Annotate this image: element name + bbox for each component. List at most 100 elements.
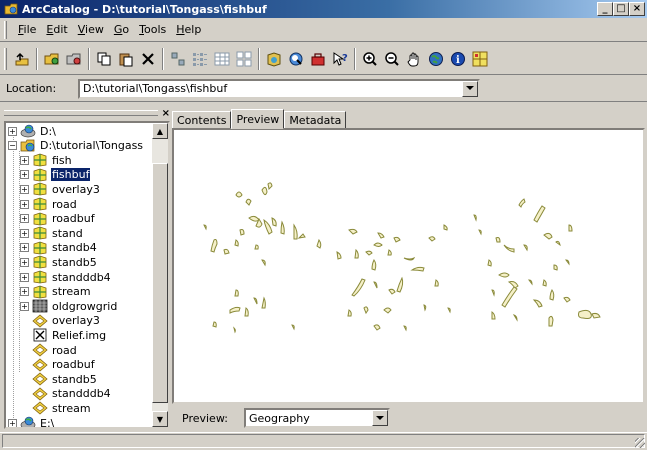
toolbar-grip[interactable] bbox=[4, 47, 7, 70]
tab-preview[interactable]: Preview bbox=[231, 109, 285, 129]
paste-icon[interactable] bbox=[115, 48, 137, 70]
catalog-tree[interactable]: ▲ ▼ + D:\ − D:\tutorial\Tongass + fish + fishbu… bbox=[4, 121, 170, 429]
tree-item[interactable]: + standddb4 bbox=[20, 270, 112, 284]
toolbar-separator bbox=[258, 47, 260, 70]
tree-item[interactable]: − D:\tutorial\Tongass bbox=[8, 139, 144, 153]
buffer-polygon bbox=[212, 321, 217, 328]
tree-item[interactable]: road bbox=[20, 343, 78, 357]
scroll-thumb[interactable] bbox=[152, 163, 168, 403]
tree-item[interactable]: + oldgrowgrid bbox=[20, 299, 118, 313]
menu-help[interactable]: Help bbox=[171, 23, 206, 36]
buffer-polygon bbox=[261, 186, 268, 196]
tree-item[interactable]: + E:\ bbox=[8, 416, 55, 427]
tree-item[interactable]: stream bbox=[20, 401, 92, 415]
buffer-polygon bbox=[261, 259, 266, 267]
location-dropdown-button[interactable] bbox=[462, 80, 478, 97]
preview-mode-combobox[interactable]: Geography bbox=[244, 408, 390, 428]
expand-icon[interactable]: + bbox=[20, 199, 29, 209]
expand-icon[interactable]: + bbox=[20, 184, 29, 194]
buffer-polygon bbox=[377, 232, 385, 239]
tree-item-label: standddb4 bbox=[52, 387, 111, 401]
tree-item[interactable]: + stand bbox=[20, 226, 84, 240]
zoom-out-icon[interactable] bbox=[381, 48, 403, 70]
tree-item[interactable]: + standb4 bbox=[20, 241, 98, 255]
expand-icon[interactable]: + bbox=[8, 126, 17, 136]
tree-item[interactable]: + roadbuf bbox=[20, 212, 96, 226]
menu-grip[interactable] bbox=[4, 20, 7, 39]
minimize-button[interactable]: _ bbox=[597, 2, 613, 16]
list-icon[interactable] bbox=[189, 48, 211, 70]
buffer-polygon bbox=[498, 272, 510, 278]
identify-icon[interactable]: i bbox=[447, 48, 469, 70]
thumbnails-icon[interactable] bbox=[233, 48, 255, 70]
search-icon[interactable] bbox=[285, 48, 307, 70]
tree-vertical-scrollbar[interactable]: ▲ ▼ bbox=[152, 123, 168, 427]
pan-icon[interactable] bbox=[403, 48, 425, 70]
tab-metadata[interactable]: Metadata bbox=[284, 111, 347, 129]
disconnect-folder-icon[interactable] bbox=[63, 48, 85, 70]
menu-go[interactable]: Go bbox=[109, 23, 134, 36]
tab-contents[interactable]: Contents bbox=[172, 111, 232, 129]
expand-icon[interactable]: + bbox=[20, 170, 29, 180]
zoom-in-icon[interactable] bbox=[359, 48, 381, 70]
tree-item[interactable]: + stream bbox=[20, 285, 92, 299]
expand-icon[interactable]: + bbox=[20, 287, 29, 297]
tree-item[interactable]: + fish bbox=[20, 153, 73, 167]
maximize-button[interactable]: □ bbox=[613, 2, 629, 16]
arccatalog-app-icon bbox=[4, 3, 18, 15]
expand-icon[interactable]: + bbox=[20, 257, 29, 267]
tree-item[interactable]: standb5 bbox=[20, 372, 98, 386]
tree-item[interactable]: + overlay3 bbox=[20, 182, 101, 196]
tree-item[interactable]: + D:\ bbox=[8, 124, 57, 138]
copy-icon[interactable] bbox=[93, 48, 115, 70]
coverage-icon bbox=[32, 212, 48, 226]
details-icon[interactable] bbox=[211, 48, 233, 70]
expand-icon[interactable]: + bbox=[8, 418, 17, 427]
expand-icon[interactable]: + bbox=[20, 272, 29, 282]
connect-folder-icon[interactable] bbox=[41, 48, 63, 70]
menu-view[interactable]: View bbox=[73, 23, 109, 36]
window-title: ArcCatalog - D:\tutorial\Tongass\fishbuf bbox=[22, 2, 267, 16]
menu-edit[interactable]: Edit bbox=[41, 23, 72, 36]
menu-file[interactable]: File bbox=[13, 23, 41, 36]
geography-preview-map[interactable] bbox=[174, 130, 643, 402]
arctoolbox-icon[interactable] bbox=[307, 48, 329, 70]
large-icons-icon[interactable] bbox=[167, 48, 189, 70]
preview-mode-dropdown-button[interactable] bbox=[372, 410, 388, 426]
tree-panel-grip[interactable] bbox=[4, 110, 158, 116]
up-one-level-icon[interactable] bbox=[11, 48, 33, 70]
collapse-icon[interactable]: − bbox=[8, 141, 17, 151]
expand-icon[interactable]: + bbox=[20, 155, 29, 165]
toolbar-separator bbox=[36, 47, 38, 70]
create-thumbnail-icon[interactable] bbox=[469, 48, 491, 70]
menu-tools[interactable]: Tools bbox=[134, 23, 171, 36]
location-combobox[interactable]: D:\tutorial\Tongass\fishbuf bbox=[78, 78, 480, 99]
expand-icon[interactable]: + bbox=[20, 214, 29, 224]
tree-item[interactable]: standddb4 bbox=[20, 387, 112, 401]
buffer-polygon bbox=[518, 198, 526, 208]
resize-grip-icon[interactable] bbox=[635, 438, 645, 448]
buffer-polygon bbox=[549, 289, 555, 301]
tree-item[interactable]: overlay3 bbox=[20, 314, 101, 328]
tree-item[interactable]: Relief.img bbox=[20, 328, 107, 342]
scroll-down-button[interactable]: ▼ bbox=[152, 411, 168, 427]
full-extent-icon[interactable] bbox=[425, 48, 447, 70]
tree-item[interactable]: + road bbox=[20, 197, 78, 211]
expand-icon[interactable]: + bbox=[20, 301, 29, 311]
buffer-polygon bbox=[254, 244, 259, 250]
expand-icon[interactable]: + bbox=[20, 243, 29, 253]
launch-arcmap-icon[interactable] bbox=[263, 48, 285, 70]
delete-icon[interactable] bbox=[137, 48, 159, 70]
status-bar bbox=[0, 432, 647, 450]
preview-canvas[interactable] bbox=[172, 128, 645, 404]
coverage-icon bbox=[32, 285, 48, 299]
scroll-up-button[interactable]: ▲ bbox=[152, 123, 168, 139]
tree-item[interactable]: roadbuf bbox=[20, 358, 96, 372]
whats-this-icon[interactable]: ? bbox=[329, 48, 351, 70]
tree-item[interactable]: + fishbuf bbox=[20, 167, 92, 183]
buffer-polygon bbox=[533, 205, 546, 223]
expand-icon[interactable]: + bbox=[20, 228, 29, 238]
close-icon[interactable]: × bbox=[162, 108, 170, 119]
close-button[interactable]: × bbox=[629, 2, 645, 16]
tree-item[interactable]: + standb5 bbox=[20, 255, 98, 269]
